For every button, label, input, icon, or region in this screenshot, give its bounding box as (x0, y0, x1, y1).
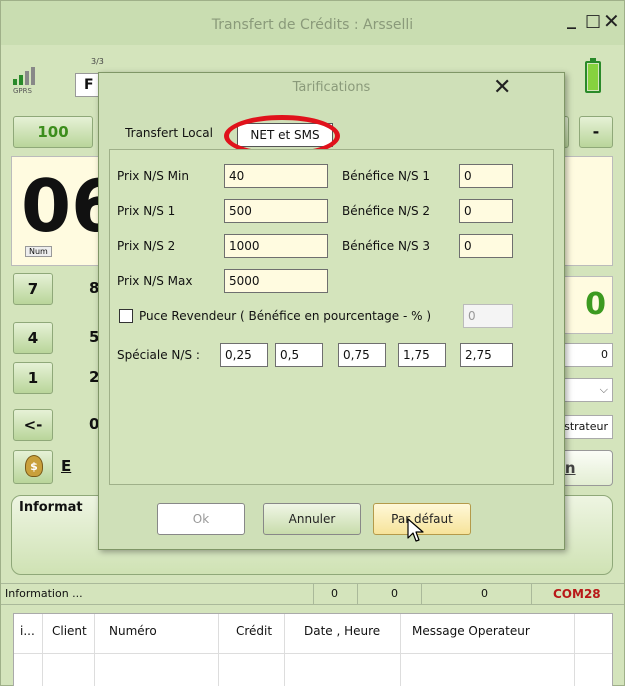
benefice-1-input[interactable]: 0 (459, 164, 513, 188)
ok-button[interactable]: Ok (157, 503, 245, 535)
dialog-close-icon[interactable]: ✕ (493, 75, 511, 100)
num-badge: Num (25, 246, 52, 257)
speciale-input-5[interactable]: 2,75 (460, 343, 513, 367)
th-client[interactable]: Client (52, 624, 87, 638)
th-numero[interactable]: Numéro (109, 624, 157, 638)
status-bar: Information ... 0 0 0 COM28 (1, 583, 624, 605)
info-label: Informat (19, 500, 83, 515)
money-bag-icon: $ (25, 455, 43, 477)
benefice-2-input[interactable]: 0 (459, 199, 513, 223)
prix-min-input[interactable]: 40 (224, 164, 328, 188)
prix-max-input[interactable]: 5000 (224, 269, 328, 293)
speciale-input-2[interactable]: 0,5 (275, 343, 323, 367)
th-credit[interactable]: Crédit (236, 624, 272, 638)
tab-transfert-local[interactable]: Transfert Local (117, 119, 221, 149)
mouse-cursor-icon (407, 518, 424, 542)
annuler-button[interactable]: Annuler (263, 503, 361, 535)
tarifications-dialog: Tarifications ✕ Transfert Local NET et S… (98, 72, 565, 550)
transactions-table[interactable]: i... Client Numéro Crédit Date , Heure M… (13, 613, 613, 686)
sim-count: 3/3 (91, 57, 104, 66)
gprs-label: GPRS (13, 87, 32, 95)
minimize-button[interactable]: _ (567, 9, 576, 30)
prix-min-label: Prix N/S Min (117, 169, 189, 183)
key-4[interactable]: 4 (13, 322, 53, 354)
puce-revendeur-input: 0 (463, 304, 513, 328)
status-info: Information ... (5, 587, 83, 600)
benefice-3-input[interactable]: 0 (459, 234, 513, 258)
e-button[interactable]: E (61, 457, 71, 475)
speciale-input-1[interactable]: 0,25 (220, 343, 268, 367)
prix-2-input[interactable]: 1000 (224, 234, 328, 258)
main-titlebar: Transfert de Crédits : Arsselli _ □ ✕ (1, 1, 624, 45)
status-val3: 0 (481, 587, 488, 600)
minus-button[interactable]: - (579, 116, 613, 148)
benefice-3-label: Bénéfice N/S 3 (342, 239, 431, 253)
speciale-input-3[interactable]: 0,75 (338, 343, 386, 367)
status-val2: 0 (391, 587, 398, 600)
prix-2-label: Prix N/S 2 (117, 239, 176, 253)
key-backspace[interactable]: <- (13, 409, 53, 441)
prix-1-label: Prix N/S 1 (117, 204, 176, 218)
window-title: Transfert de Crédits : Arsselli (211, 17, 414, 33)
close-button[interactable]: ✕ (603, 9, 620, 33)
prix-max-label: Prix N/S Max (117, 274, 193, 288)
amount-button[interactable]: 100 (13, 116, 93, 148)
table-header: i... Client Numéro Crédit Date , Heure M… (14, 614, 612, 654)
status-com-port: COM28 (553, 587, 601, 601)
speciale-label: Spéciale N/S : (117, 348, 200, 362)
benefice-2-label: Bénéfice N/S 2 (342, 204, 431, 218)
key-1[interactable]: 1 (13, 362, 53, 394)
th-date[interactable]: Date , Heure (304, 624, 380, 638)
battery-icon (585, 58, 601, 93)
maximize-button[interactable]: □ (585, 11, 601, 31)
tab-panel-net-sms: Prix N/S Min 40 Bénéfice N/S 1 0 Prix N/… (109, 149, 554, 485)
prix-1-input[interactable]: 500 (224, 199, 328, 223)
puce-revendeur-label: Puce Revendeur ( Bénéfice en pourcentage… (139, 309, 432, 323)
th-index[interactable]: i... (20, 624, 35, 638)
speciale-input-4[interactable]: 1,75 (398, 343, 446, 367)
benefice-1-label: Bénéfice N/S 1 (342, 169, 431, 183)
th-message[interactable]: Message Operateur (412, 624, 530, 638)
puce-revendeur-checkbox[interactable] (119, 309, 133, 323)
key-7[interactable]: 7 (13, 273, 53, 305)
chevron-down-icon: ⌵ (599, 383, 608, 396)
status-val1: 0 (331, 587, 338, 600)
